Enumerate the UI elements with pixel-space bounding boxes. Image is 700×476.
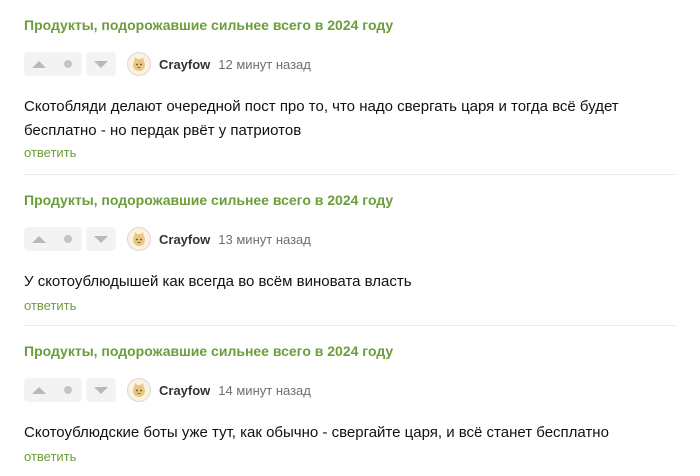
cat-avatar-icon: [133, 232, 145, 246]
dot-icon: [63, 60, 72, 68]
reply-link[interactable]: ответить: [24, 447, 76, 467]
triangle-up-icon: [31, 235, 46, 243]
dot-icon: [63, 235, 72, 243]
comment-meta: Crayfow 14 минут назад: [24, 377, 676, 403]
vote-group: [24, 227, 82, 251]
post-title-link[interactable]: Продукты, подорожавшие сильнее всего в 2…: [24, 189, 676, 211]
comment-divider: [24, 325, 676, 326]
post-title-link[interactable]: Продукты, подорожавшие сильнее всего в 2…: [24, 14, 676, 36]
triangle-down-icon: [94, 386, 108, 394]
comment-timestamp: 13 минут назад: [218, 231, 311, 247]
triangle-down-icon: [94, 235, 108, 243]
comment-text: У скотоублюдышей как всегда во всём вино…: [24, 273, 412, 290]
username-link[interactable]: Crayfow: [159, 232, 210, 247]
comment-meta: Crayfow 13 минут назад: [24, 226, 676, 252]
avatar[interactable]: [127, 378, 151, 402]
comment-timestamp: 12 минут назад: [218, 56, 311, 72]
reply-link[interactable]: ответить: [24, 143, 76, 163]
upvote-button[interactable]: [27, 52, 51, 76]
comment-feed: Продукты, подорожавшие сильнее всего в 2…: [0, 0, 700, 476]
upvote-button[interactable]: [27, 378, 51, 402]
cat-avatar-icon: [133, 383, 145, 397]
triangle-down-icon: [94, 60, 108, 68]
comment-divider: [24, 174, 676, 175]
cat-avatar-icon: [133, 57, 145, 71]
comment-meta: Crayfow 12 минут назад: [24, 51, 676, 77]
downvote-button[interactable]: [86, 52, 116, 76]
downvote-button[interactable]: [86, 378, 116, 402]
triangle-up-icon: [31, 386, 46, 394]
downvote-button[interactable]: [86, 227, 116, 251]
username-link[interactable]: Crayfow: [159, 57, 210, 72]
post-title-link[interactable]: Продукты, подорожавшие сильнее всего в 2…: [24, 340, 676, 362]
comment-item: Продукты, подорожавшие сильнее всего в 2…: [24, 340, 676, 467]
comment-text: Скотоублюдские боты уже тут, как обычно …: [24, 424, 609, 441]
neutral-vote-button[interactable]: [56, 227, 80, 251]
triangle-up-icon: [31, 60, 46, 68]
vote-group: [24, 52, 82, 76]
neutral-vote-button[interactable]: [56, 52, 80, 76]
vote-group: [24, 378, 82, 402]
avatar[interactable]: [127, 52, 151, 76]
neutral-vote-button[interactable]: [56, 378, 80, 402]
upvote-button[interactable]: [27, 227, 51, 251]
username-link[interactable]: Crayfow: [159, 383, 210, 398]
comment-timestamp: 14 минут назад: [218, 382, 311, 398]
comment-text: Скотобляди делают очередной пост про то,…: [24, 98, 619, 139]
avatar[interactable]: [127, 227, 151, 251]
reply-link[interactable]: ответить: [24, 296, 76, 316]
comment-item: Продукты, подорожавшие сильнее всего в 2…: [24, 189, 676, 316]
dot-icon: [63, 386, 72, 394]
comment-item: Продукты, подорожавшие сильнее всего в 2…: [24, 14, 676, 163]
